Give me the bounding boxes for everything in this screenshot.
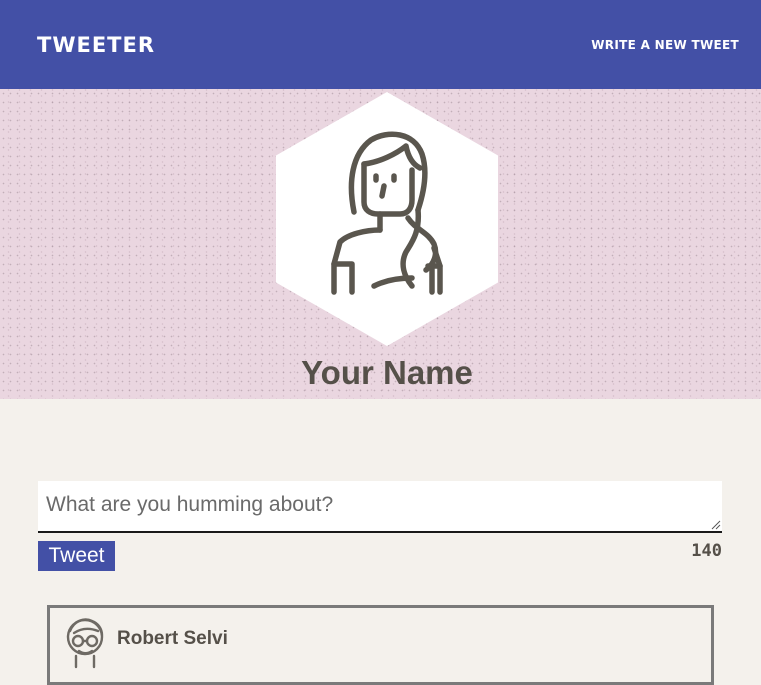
tweet-card: Robert Selvi: [47, 605, 714, 685]
write-new-tweet-link[interactable]: Write a new tweet: [591, 38, 739, 52]
tweet-submit-button[interactable]: Tweet: [38, 541, 115, 571]
tweet-author-name: Robert Selvi: [117, 628, 228, 649]
profile-header: Your Name: [0, 89, 761, 399]
male-user-avatar-icon: [66, 618, 104, 669]
profile-name: Your Name: [301, 354, 473, 391]
tweet-composer-input[interactable]: [38, 481, 722, 533]
character-counter: 140: [691, 541, 722, 561]
profile-avatar: [276, 92, 498, 346]
resize-handle-icon[interactable]: [711, 520, 721, 530]
hexagon-frame: [276, 92, 498, 346]
top-nav: Tweeter Write a new tweet: [0, 0, 761, 89]
brand-logo[interactable]: Tweeter: [37, 33, 155, 57]
